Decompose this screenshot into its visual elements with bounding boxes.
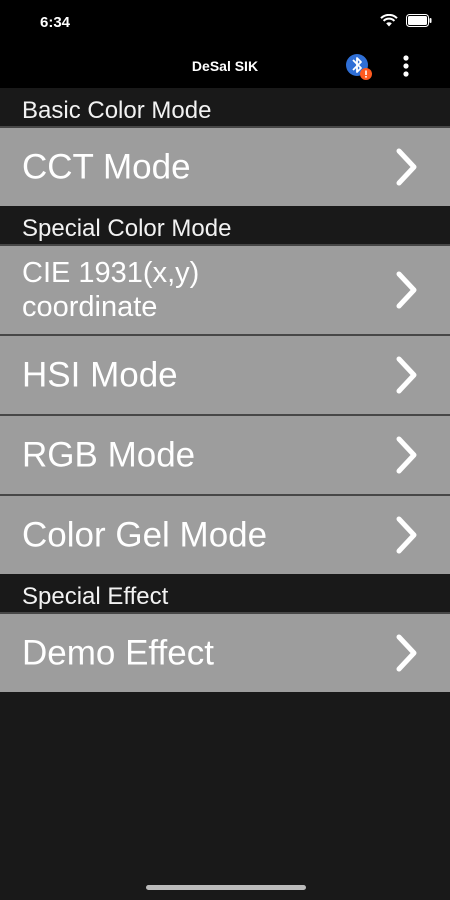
menu-item-label: CIE 1931(x,y) coordinate <box>22 256 199 324</box>
menu-item-label: Color Gel Mode <box>22 515 268 555</box>
section-header-special-color: Special Color Mode <box>22 215 232 242</box>
menu-item-label-line1: CIE 1931(x,y) <box>22 256 200 289</box>
mode-list: Basic Color Mode CCT Mode Special Color … <box>0 88 450 692</box>
status-time: 6:34 <box>40 14 71 31</box>
menu-item-label-line2: coordinate <box>22 291 158 323</box>
app-bar: DeSal SIK <box>0 44 450 88</box>
chevron-right-icon <box>394 355 420 395</box>
menu-item-label: HSI Mode <box>22 355 178 395</box>
menu-item-cie-1931[interactable]: CIE 1931(x,y) coordinate <box>0 244 450 334</box>
menu-item-label: Demo Effect <box>22 633 214 673</box>
chevron-right-icon <box>394 147 420 187</box>
section-header-special-effect: Special Effect <box>22 583 169 610</box>
chevron-right-icon <box>394 633 420 673</box>
menu-item-label: RGB Mode <box>22 435 196 475</box>
home-indicator[interactable] <box>146 885 306 890</box>
menu-item-demo-effect[interactable]: Demo Effect <box>0 612 450 692</box>
status-bar: 6:34 <box>0 0 450 44</box>
menu-item-rgb-mode[interactable]: RGB Mode <box>0 414 450 494</box>
more-vertical-icon[interactable] <box>398 54 414 80</box>
menu-item-label: CCT Mode <box>22 147 191 187</box>
menu-item-cct-mode[interactable]: CCT Mode <box>0 126 450 206</box>
chevron-right-icon <box>394 270 420 310</box>
menu-item-hsi-mode[interactable]: HSI Mode <box>0 334 450 414</box>
battery-icon <box>406 14 432 27</box>
chevron-right-icon <box>394 515 420 555</box>
status-icons <box>380 14 432 27</box>
section-header-basic-color: Basic Color Mode <box>22 97 212 124</box>
bluetooth-icon[interactable] <box>343 51 373 81</box>
chevron-right-icon <box>394 435 420 475</box>
menu-item-color-gel-mode[interactable]: Color Gel Mode <box>0 494 450 574</box>
app-title: DeSal SIK <box>191 58 259 74</box>
wifi-icon <box>380 14 398 27</box>
